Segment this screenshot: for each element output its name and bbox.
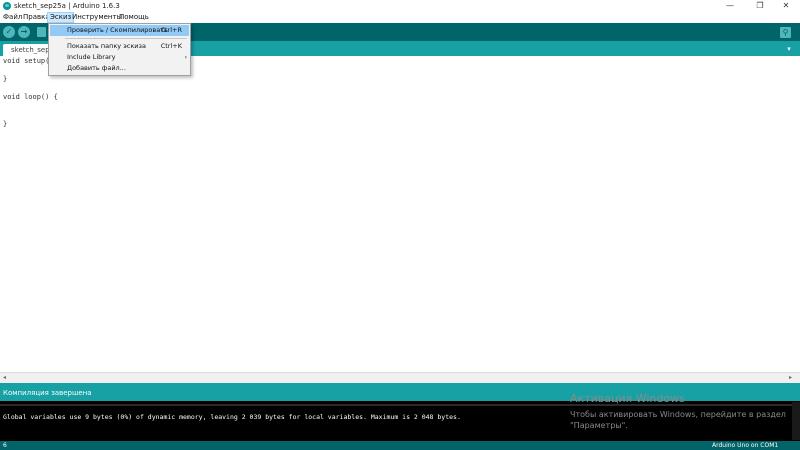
horizontal-scrollbar[interactable] [0, 372, 800, 383]
arduino-logo-icon: ∞ [3, 2, 11, 10]
activation-watermark-text: Чтобы активировать Windows, перейдите в … [570, 410, 786, 419]
serial-monitor-button[interactable]: ⚲ [780, 27, 791, 38]
window-title: sketch_sep25a | Arduino 1.6.3 [14, 2, 120, 10]
scroll-left-icon[interactable]: ◂ [3, 374, 6, 381]
status-message: Компиляция завершена [3, 389, 92, 397]
menu-bar: Файл Правка Эскиз Инструменты Помощь [0, 12, 800, 23]
menu-item-include-library[interactable]: Include Library › [50, 52, 189, 63]
tab-sketch[interactable]: sketch_sep25a [3, 44, 51, 56]
menu-item-label: Показать папку эскиза [67, 42, 146, 50]
tab-menu-icon[interactable]: ▾ [784, 45, 794, 54]
menu-item-show-sketch-folder[interactable]: Показать папку эскиза Ctrl+K [50, 41, 189, 52]
console-text: Global variables use 9 bytes (0%) of dyn… [3, 413, 461, 421]
code-line: } [3, 120, 8, 128]
console-output [0, 401, 800, 441]
menu-item-add-file[interactable]: Добавить файл... [50, 63, 189, 74]
code-line: void loop() { [3, 93, 58, 101]
menu-item-label: Проверить / Скомпилировать [67, 26, 168, 34]
menu-item-shortcut: Ctrl+K [160, 42, 182, 50]
bottom-status-bar [0, 441, 800, 450]
menu-item-shortcut: Ctrl+R [160, 26, 182, 34]
scroll-right-icon[interactable]: ▸ [789, 374, 792, 381]
verify-button[interactable]: ✓ [3, 26, 15, 38]
console-scrollbar[interactable] [792, 402, 800, 440]
code-line: } [3, 75, 8, 83]
menu-separator [65, 38, 187, 39]
minimize-button[interactable]: — [716, 0, 744, 12]
code-editor[interactable]: void setup() { } void loop() { } [0, 56, 800, 372]
line-number: 6 [3, 442, 7, 449]
title-bar [0, 0, 800, 12]
sketch-menu-dropdown: Проверить / Скомпилировать Ctrl+R Показа… [48, 23, 191, 76]
submenu-arrow-icon: › [184, 54, 187, 61]
menu-item-label: Добавить файл... [67, 64, 126, 72]
activation-watermark-title: Активация Windows [570, 392, 685, 405]
activation-watermark-text: "Параметры". [570, 421, 628, 430]
upload-button[interactable]: → [18, 26, 30, 38]
menu-tools[interactable]: Инструменты [70, 12, 124, 23]
close-button[interactable]: ✕ [772, 0, 800, 12]
menu-item-verify-compile[interactable]: Проверить / Скомпилировать Ctrl+R [50, 25, 189, 36]
maximize-button[interactable]: ❐ [746, 0, 774, 12]
board-port-info: Arduino Uno on COM1 [712, 442, 779, 449]
menu-help[interactable]: Помощь [117, 12, 151, 23]
new-sketch-icon[interactable] [37, 27, 46, 37]
menu-item-label: Include Library [67, 53, 116, 61]
